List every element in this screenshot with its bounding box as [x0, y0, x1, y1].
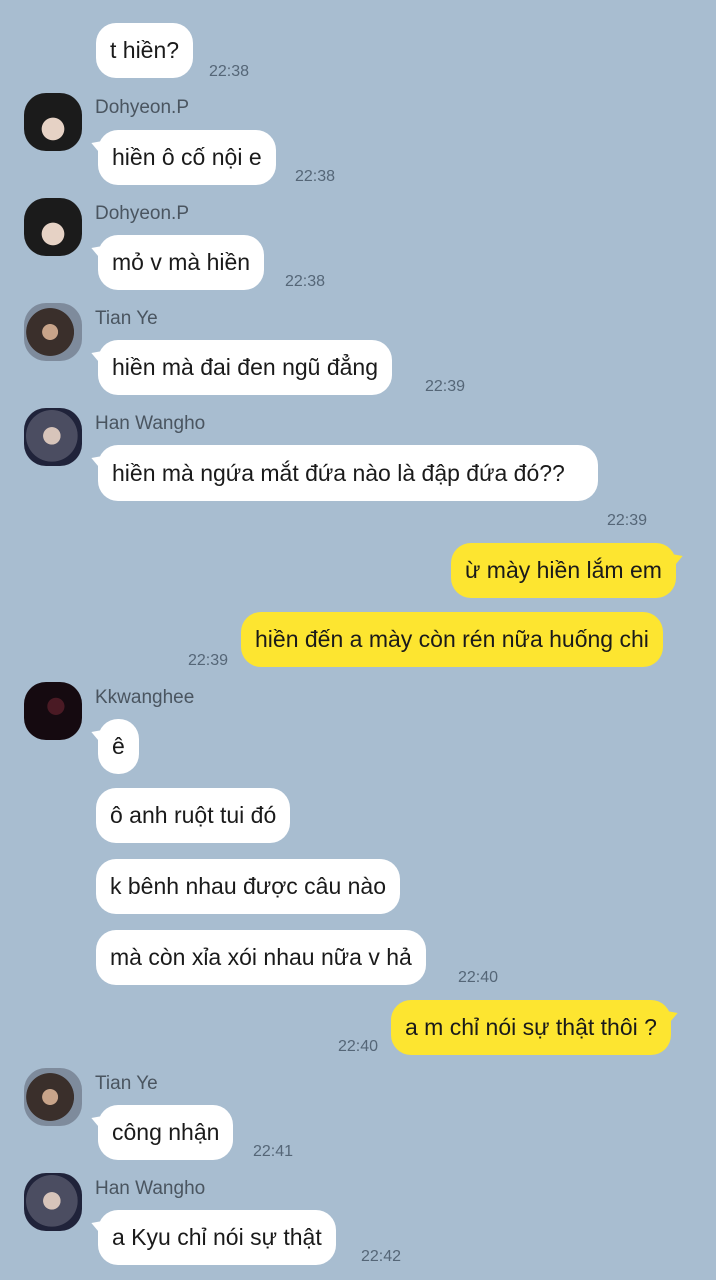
message-bubble[interactable]: mà còn xỉa xói nhau nữa v hả: [96, 930, 426, 985]
message-time: 22:39: [425, 378, 466, 395]
avatar-dohyeon[interactable]: [24, 198, 82, 256]
message-bubble[interactable]: ê: [98, 719, 139, 774]
sender-name: Han Wangho: [95, 413, 206, 434]
avatar-tian-ye[interactable]: [24, 303, 82, 361]
message-time: 22:40: [458, 969, 499, 986]
message-time: 22:40: [338, 1038, 379, 1055]
message-bubble[interactable]: hiền ô cố nội e: [98, 130, 276, 185]
avatar-han-wangho[interactable]: [24, 408, 82, 466]
my-message-bubble[interactable]: ừ mày hiền lắm em: [451, 543, 676, 598]
message-bubble[interactable]: t hiền?: [96, 23, 194, 78]
message-time: 22:39: [607, 512, 648, 529]
my-message-bubble[interactable]: a m chỉ nói sự thật thôi ?: [391, 1000, 671, 1055]
message-time: 22:38: [209, 63, 250, 80]
message-bubble[interactable]: hiền mà ngứa mắt đứa nào là đập đứa đó??: [98, 445, 598, 501]
avatar-han-wangho[interactable]: [24, 1173, 82, 1231]
sender-name: Han Wangho: [95, 1178, 206, 1199]
sender-name: Dohyeon.P: [95, 203, 190, 224]
message-bubble[interactable]: k bênh nhau được câu nào: [96, 859, 401, 914]
avatar-kkwanghee[interactable]: [24, 682, 82, 740]
message-bubble[interactable]: hiền mà đai đen ngũ đẳng: [98, 340, 392, 395]
message-bubble[interactable]: công nhận: [98, 1105, 234, 1160]
avatar-dohyeon[interactable]: [24, 93, 82, 151]
message-time: 22:39: [188, 652, 229, 669]
sender-name: Kkwanghee: [95, 687, 195, 708]
message-time: 22:41: [253, 1143, 294, 1160]
message-bubble[interactable]: mỏ v mà hiền: [98, 235, 265, 290]
my-message-bubble[interactable]: hiền đến a mày còn rén nữa huống chi: [241, 612, 663, 667]
message-bubble[interactable]: ô anh ruột tui đó: [96, 788, 291, 843]
sender-name: Tian Ye: [95, 1073, 158, 1094]
message-time: 22:42: [361, 1248, 402, 1265]
message-time: 22:38: [285, 273, 326, 290]
sender-name: Tian Ye: [95, 308, 158, 329]
message-bubble[interactable]: a Kyu chỉ nói sự thật: [98, 1210, 336, 1265]
sender-name: Dohyeon.P: [95, 97, 190, 118]
message-time: 22:38: [295, 168, 336, 185]
avatar-tian-ye[interactable]: [24, 1068, 82, 1126]
